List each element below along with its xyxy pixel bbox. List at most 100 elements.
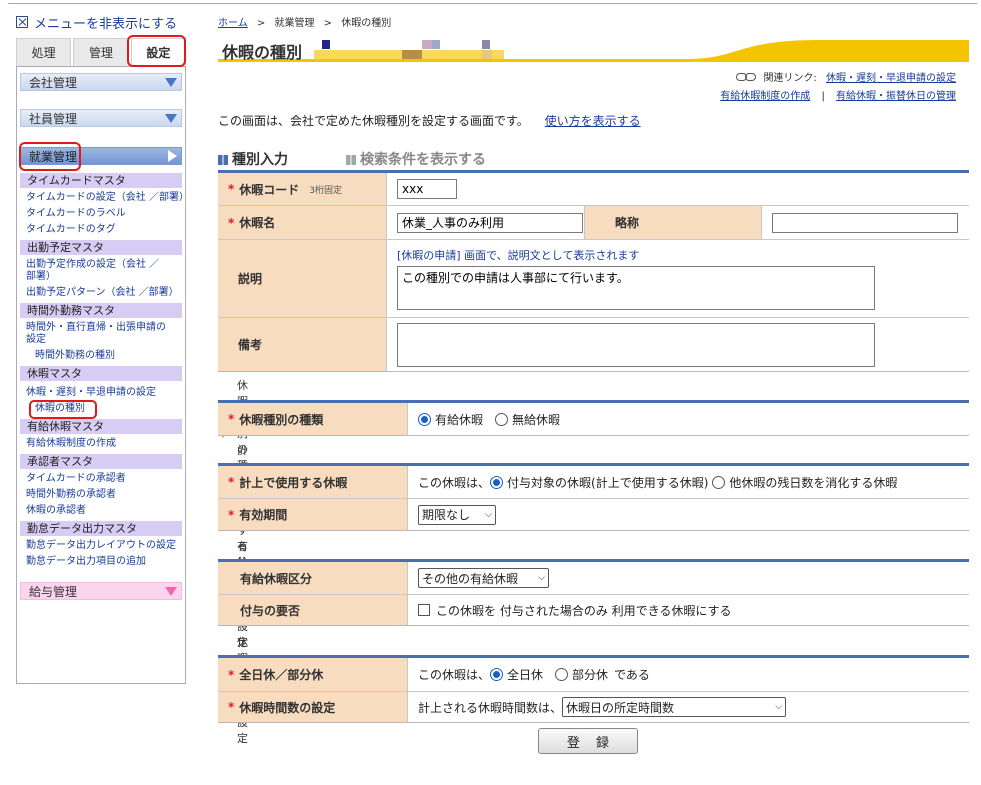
close-box-icon [16,16,28,28]
label-validity-text: 有効期間 [239,508,288,522]
subtab-input-label: 種別入力 [232,152,288,168]
chevron-right-icon [168,150,177,162]
grid-icon [218,155,228,165]
link-overtime-approver[interactable]: 時間外勤務の承認者 [17,487,185,503]
desc-hint-text: 画面で、説明文として表示されます [460,249,640,262]
title-band [218,36,969,62]
link-timecard-labels[interactable]: タイムカードのラベル [17,206,185,222]
tab-settings[interactable]: 設定 [130,38,186,66]
category-leave: 休暇マスタ [20,366,182,381]
name-input[interactable] [397,212,583,233]
link-leave-request-settings[interactable]: 休暇・遅刻・早退申請の設定 [17,385,185,401]
cell-paid-class: その他の有給休暇 ⌵ [408,562,969,594]
cell-grant: この休暇を 付与された場合のみ 利用できる休暇にする [408,595,969,625]
sidebar-tabs: 処理 管理 設定 [16,35,186,67]
section-employee[interactable]: 社員管理 [20,109,182,127]
breadcrumb-current: 休暇の種別 [341,18,392,29]
link-chain-icon [736,70,757,81]
code-input[interactable] [397,179,457,199]
radio-full-day-label: 全日休 [507,668,544,682]
label-paid-class: 有給休暇区分 [218,562,408,594]
counted-table: * 計上で使用する休暇 この休暇は、 付与対象の休暇(計上で使用する休暇) 他休暇… [218,463,969,531]
section-company[interactable]: 会社管理 [20,73,182,91]
link-timecard-settings[interactable]: タイムカードの設定（会社 ／部署） [17,190,189,206]
category-timecard: タイムカードマスタ [20,173,182,188]
cell-short [762,206,969,239]
validity-select[interactable]: 期限なし ⌵ [418,504,496,525]
tab-process[interactable]: 処理 [16,38,72,66]
link-overtime-types[interactable]: 時間外勤務の種別 [17,348,185,364]
radio-grant-target-label: 付与対象の休暇(計上で使用する休暇) [507,475,709,490]
paid-table: 有給休暇区分 その他の有給休暇 ⌵ 付与の要否 この休暇を 付与された場合のみ 利… [218,559,969,626]
label-kind: * 休暇種別の種類 [218,403,408,435]
link-paid-leave-system-main[interactable]: 有給休暇制度の作成 [720,91,810,102]
hide-menu-toggle[interactable]: メニューを非表示にする [16,14,186,32]
cell-desc: [休暇の申請] 画面で、説明文として表示されます この種別での申請は人事部にて行… [387,240,969,317]
link-paid-leave-system[interactable]: 有給休暇制度の作成 [17,436,185,452]
paid-class-select[interactable]: その他の有給休暇 ⌵ [418,568,549,588]
counted-prefix: この休暇は、 [418,475,491,490]
section-attendance[interactable]: 就業管理 [20,147,182,165]
section-company-label: 会社管理 [29,75,78,90]
memo-textarea[interactable] [397,322,875,367]
section-payroll[interactable]: 給与管理 [20,582,182,600]
sidebar: メニューを非表示にする 処理 管理 設定 会社管理 社員管理 就業管理 タイムカ… [16,14,189,684]
title-bar: 休暇の種別 [218,36,969,62]
unit-prefix: この休暇は、 [418,668,491,682]
link-schedule-pattern[interactable]: 出勤予定パターン（会社 ／部署） [17,285,185,301]
link-overtime-request-settings[interactable]: 時間外・直行直帰・出張申請の設定 [17,322,167,346]
section-payroll-label: 給与管理 [29,584,78,599]
grant-only-checkbox[interactable] [418,604,430,616]
category-overtime: 時間外勤務マスタ [20,303,182,318]
chevron-down-icon: ⌵ [538,573,545,583]
link-timecard-approver[interactable]: タイムカードの承認者 [17,471,185,487]
radio-full-day[interactable] [490,668,504,681]
radio-grant-target[interactable] [490,475,504,489]
subtab-search-label: 検索条件を表示する [360,152,486,168]
label-counted-text: 計上で使用する休暇 [239,475,348,490]
hours-select[interactable]: 休暇日の所定時間数 ⌵ [562,697,787,717]
sidebar-panel: 会社管理 社員管理 就業管理 タイムカードマスタ タイムカードの設定（会社 ／部… [16,66,189,684]
radio-partial[interactable] [555,668,569,681]
short-name-input[interactable] [772,212,958,233]
cell-validity: 期限なし ⌵ [408,499,969,530]
section-employee-label: 社員管理 [29,111,78,126]
link-timecard-tags[interactable]: タイムカードのタグ [17,222,185,238]
link-leave-request-settings-main[interactable]: 休暇・遅刻・早退申請の設定 [826,73,956,84]
radio-paid[interactable] [418,412,431,426]
link-paid-leave-manage[interactable]: 有給休暇・振替休日の管理 [836,91,956,102]
breadcrumb: ホーム > 就業管理 > 休暇の種別 [218,14,969,29]
subtab-input[interactable]: 種別入力 [218,149,288,169]
tab-manage[interactable]: 管理 [73,38,129,66]
link-export-fields[interactable]: 勤怠データ出力項目の追加 [17,554,185,570]
row-hours: * 休暇時間数の設定 計上される休暇時間数は、 休暇日の所定時間数 ⌵ [218,691,969,722]
link-leave-approver[interactable]: 休暇の承認者 [17,503,185,519]
section-attendance-label: 就業管理 [29,149,78,164]
related-links: 関連リンク: 休暇・遅刻・早退申請の設定 有給休暇制度の作成 | 有給休暇・振替… [218,70,969,106]
howto-link[interactable]: 使い方を表示する [545,114,641,128]
radio-paid-label: 有給休暇 [435,412,484,427]
description-textarea[interactable]: この種別での申請は人事部にて行います。 [397,266,875,310]
link-leave-types[interactable]: 休暇の種別 [17,401,185,417]
chevron-down-icon [165,77,177,87]
breadcrumb-home[interactable]: ホーム [218,18,248,29]
register-button[interactable]: 登 録 [538,728,638,754]
link-export-layout[interactable]: 勤怠データ出力レイアウトの設定 [17,538,185,554]
cell-unit: この休暇は、 全日休 部分休 である [408,658,969,691]
label-name-text: 休暇名 [239,216,276,230]
desc-hint: [休暇の申請] 画面で、説明文として表示されます [397,247,639,263]
link-schedule-settings[interactable]: 出勤予定作成の設定（会社 ／部署） [17,259,167,283]
label-hours: * 休暇時間数の設定 [218,692,408,722]
radio-unpaid[interactable] [495,412,509,426]
radio-consume-other[interactable] [712,475,726,489]
row-paid-class: 有給休暇区分 その他の有給休暇 ⌵ [218,562,969,594]
desc-hint-link[interactable]: [休暇の申請] [397,249,461,262]
row-validity: * 有効期間 期限なし ⌵ [218,498,969,530]
cell-counted: この休暇は、 付与対象の休暇(計上で使用する休暇) 他休暇の残日数を消化する休暇 [408,466,969,498]
subtab-search[interactable]: 検索条件を表示する [346,149,486,169]
cell-kind: 有給休暇 無給休暇 [408,403,969,435]
label-kind-text: 休暇種別の種類 [239,412,324,427]
label-hours-text: 休暇時間数の設定 [239,700,336,715]
grid-icon [346,155,356,165]
intro: この画面は、会社で定めた休暇種別を設定する画面です。 使い方を表示する [218,112,969,129]
